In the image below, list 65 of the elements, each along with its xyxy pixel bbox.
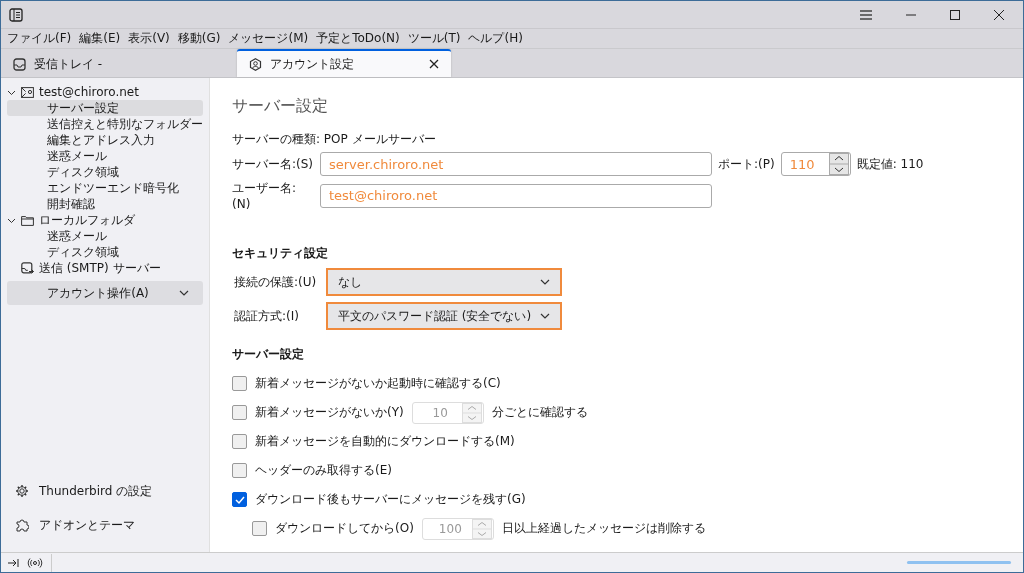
- dropdown[interactable]: なし: [326, 268, 562, 296]
- tree-item[interactable]: 編集とアドレス入力: [7, 132, 203, 148]
- menu-item[interactable]: ヘルプ(H): [468, 30, 523, 47]
- tree-item[interactable]: 迷惑メール: [7, 228, 203, 244]
- menu-icon[interactable]: [859, 8, 873, 21]
- menu-item[interactable]: ファイル(F): [7, 30, 72, 47]
- chevron-icon: [540, 277, 550, 287]
- page-title: サーバー設定: [232, 96, 329, 117]
- tab[interactable]: アカウント設定: [237, 49, 451, 77]
- menu-item[interactable]: 表示(V): [128, 30, 170, 47]
- tree-item[interactable]: 迷惑メール: [7, 148, 203, 164]
- tree-item[interactable]: サーバー設定: [7, 100, 203, 116]
- close-icon[interactable]: [993, 8, 1005, 21]
- checkbox-label[interactable]: ヘッダーのみ取得する(E): [255, 462, 392, 479]
- field-label: 接続の保護:(U): [233, 273, 318, 291]
- arrow-to-bar-icon[interactable]: [7, 557, 19, 568]
- tree-item[interactable]: ローカルフォルダ: [7, 212, 203, 228]
- tree-item[interactable]: ディスク領域: [7, 244, 203, 260]
- chevron-icon: [540, 311, 550, 321]
- tab[interactable]: 受信トレイ -: [1, 51, 225, 77]
- account-actions-button[interactable]: アカウント操作(A): [7, 281, 203, 305]
- checkbox[interactable]: [232, 463, 247, 478]
- default-port-text: 既定値: 110: [856, 155, 924, 173]
- chevron-icon: [179, 288, 189, 298]
- sidebar-link[interactable]: Thunderbird の設定: [15, 474, 195, 508]
- sidebar-link[interactable]: アドオンとテーマ: [15, 508, 195, 542]
- dropdown[interactable]: 平文のパスワード認証 (安全でない): [326, 302, 562, 330]
- field-label: サーバー名:(S): [232, 155, 314, 173]
- tree-item[interactable]: test@chiroro.net: [7, 84, 203, 100]
- suffix-label: 日以上経過したメッセージは削除する: [501, 520, 706, 537]
- server-type-text: サーバーの種類: POP メールサーバー: [232, 131, 437, 148]
- spinner-icon[interactable]: [828, 153, 849, 175]
- checkbox-label[interactable]: 新着メッセージを自動的にダウンロードする(M): [255, 433, 515, 450]
- menu-item[interactable]: ツール(T): [407, 30, 461, 47]
- checkbox[interactable]: [232, 376, 247, 391]
- checkbox-label[interactable]: 新着メッセージがないか起動時に確認する(C): [255, 375, 501, 392]
- inbox-icon: [13, 57, 26, 71]
- puzzle-icon: [15, 518, 29, 532]
- field-label: 認証方式:(I): [233, 307, 300, 325]
- close-icon[interactable]: [429, 59, 439, 69]
- checkbox[interactable]: [232, 492, 247, 507]
- suffix-label: 分ごとに確認する: [491, 404, 588, 421]
- menu-item[interactable]: 移動(G): [177, 30, 221, 47]
- checkbox-label[interactable]: ダウンロード後もサーバーにメッセージを残す(G): [255, 491, 526, 508]
- outbox-icon: [21, 261, 34, 275]
- tree-item[interactable]: ディスク領域: [7, 164, 203, 180]
- sidebar-toggle-icon[interactable]: [9, 7, 23, 22]
- gear-icon: [15, 484, 29, 498]
- section-heading: セキュリティ設定: [232, 245, 329, 262]
- field-label: ユーザー名:(N): [232, 180, 298, 211]
- menu-item[interactable]: 予定とToDo(N): [316, 30, 400, 47]
- account-icon: [249, 57, 262, 71]
- account-mail-icon: [21, 86, 34, 98]
- field-label: ポート:(P): [718, 155, 775, 173]
- tree-item[interactable]: 開封確認: [7, 196, 203, 212]
- folder-icon: [21, 214, 34, 226]
- section-heading: サーバー設定: [232, 346, 305, 363]
- tree-item[interactable]: 送信控えと特別なフォルダー: [7, 116, 203, 132]
- checkbox[interactable]: [232, 434, 247, 449]
- tree-item[interactable]: 送信 (SMTP) サーバー: [7, 260, 203, 276]
- signal-icon[interactable]: [27, 557, 43, 568]
- maximize-icon[interactable]: [949, 8, 961, 21]
- menu-item[interactable]: 編集(E): [79, 30, 121, 47]
- tree-item[interactable]: エンドツーエンド暗号化: [7, 180, 203, 196]
- menu-item[interactable]: メッセージ(M): [228, 30, 309, 47]
